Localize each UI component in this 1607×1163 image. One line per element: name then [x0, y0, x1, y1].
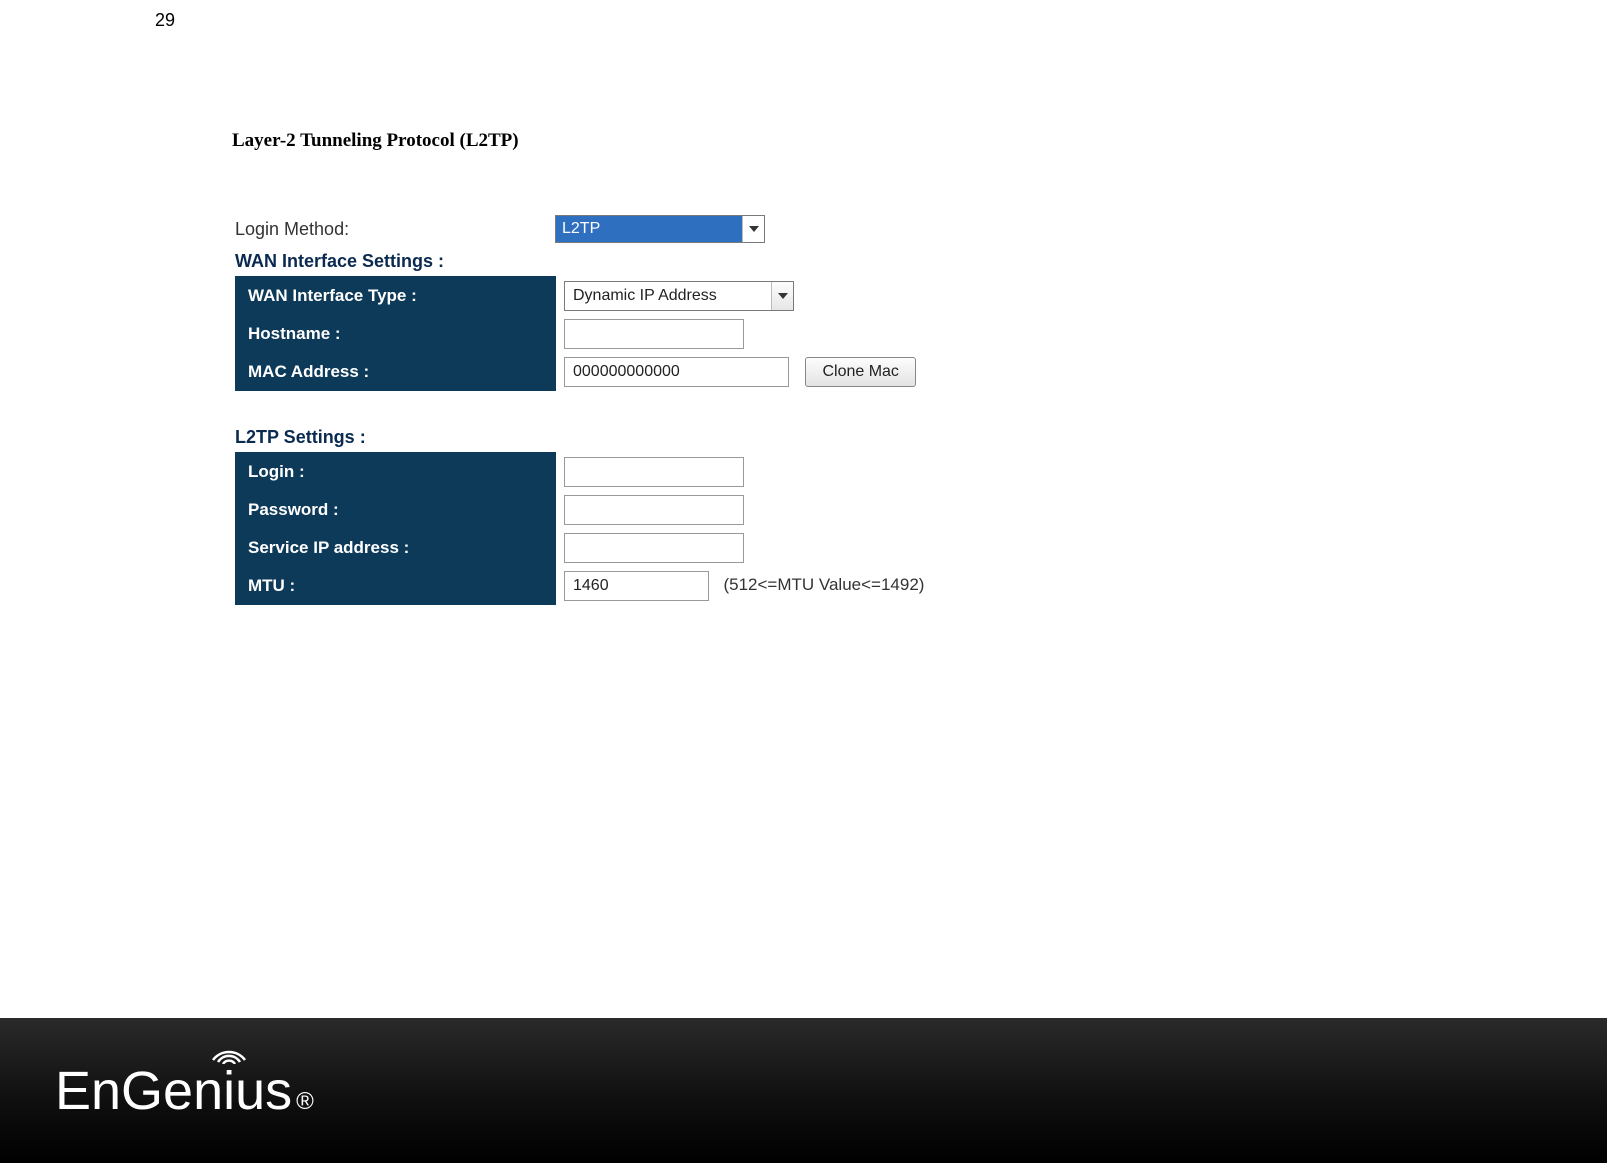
- l2tp-password-label: Password :: [236, 491, 556, 529]
- settings-form: Login Method: L2TP WAN Interface Setting…: [235, 215, 933, 605]
- brand-name-part1: EnGen: [55, 1060, 223, 1122]
- l2tp-section-header: L2TP Settings :: [235, 427, 933, 448]
- l2tp-login-label: Login :: [236, 453, 556, 491]
- login-method-label: Login Method:: [235, 219, 555, 240]
- chevron-down-icon: [771, 282, 793, 310]
- mtu-label: MTU :: [236, 567, 556, 605]
- table-row: MAC Address : Clone Mac: [236, 353, 924, 391]
- table-row: Service IP address :: [236, 529, 933, 567]
- service-ip-label: Service IP address :: [236, 529, 556, 567]
- wan-interface-type-label: WAN Interface Type :: [236, 277, 556, 315]
- wan-section-header: WAN Interface Settings :: [235, 251, 933, 272]
- hostname-label: Hostname :: [236, 315, 556, 353]
- brand-logo: EnGeni us®: [55, 1060, 314, 1122]
- wan-interface-type-select[interactable]: Dynamic IP Address: [564, 281, 794, 311]
- l2tp-password-input[interactable]: [564, 495, 744, 525]
- l2tp-login-input[interactable]: [564, 457, 744, 487]
- clone-mac-button[interactable]: Clone Mac: [805, 357, 915, 387]
- wan-interface-type-value: Dynamic IP Address: [565, 287, 771, 305]
- page-number: 29: [155, 10, 175, 31]
- table-row: Password :: [236, 491, 933, 529]
- table-row: WAN Interface Type : Dynamic IP Address: [236, 277, 924, 315]
- hostname-input[interactable]: [564, 319, 744, 349]
- mac-address-label: MAC Address :: [236, 353, 556, 391]
- footer: EnGeni us®: [0, 1018, 1607, 1163]
- table-row: Hostname :: [236, 315, 924, 353]
- l2tp-settings-table: Login : Password : Service IP address : …: [235, 452, 933, 605]
- wan-settings-table: WAN Interface Type : Dynamic IP Address …: [235, 276, 924, 391]
- brand-name-part2: us: [235, 1060, 292, 1122]
- mtu-input[interactable]: [564, 571, 709, 601]
- brand-name-i: i: [223, 1060, 235, 1122]
- login-method-select[interactable]: L2TP: [555, 215, 765, 243]
- table-row: MTU : (512<=MTU Value<=1492): [236, 567, 933, 605]
- page-title: Layer-2 Tunneling Protocol (L2TP): [232, 130, 519, 152]
- login-method-row: Login Method: L2TP: [235, 215, 933, 243]
- registered-mark: ®: [296, 1088, 314, 1116]
- mac-address-input[interactable]: [564, 357, 789, 387]
- chevron-down-icon: [742, 216, 764, 242]
- service-ip-input[interactable]: [564, 533, 744, 563]
- login-method-value: L2TP: [556, 216, 742, 242]
- table-row: Login :: [236, 453, 933, 491]
- mtu-hint: (512<=MTU Value<=1492): [723, 575, 924, 594]
- wifi-icon: [209, 1042, 249, 1064]
